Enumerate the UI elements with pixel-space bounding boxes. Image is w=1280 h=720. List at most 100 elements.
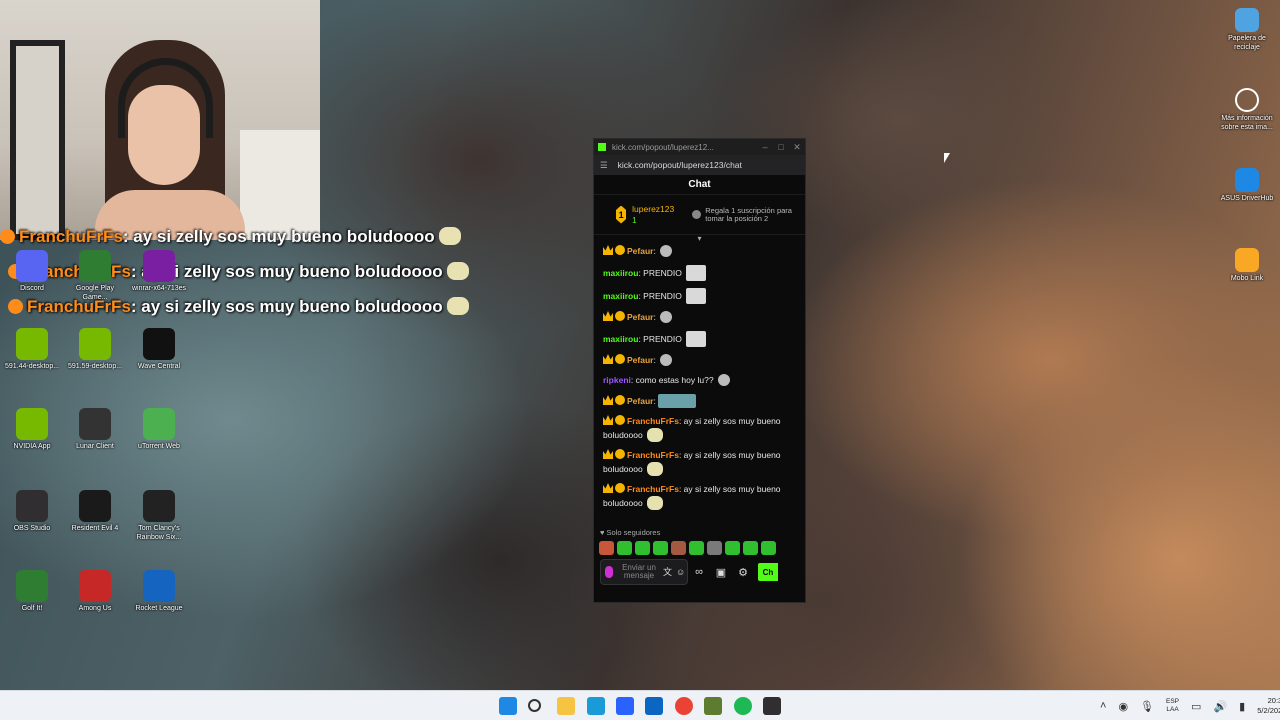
battery-icon[interactable]: ▮ [1239, 700, 1245, 713]
desktop-icon-label: Papelera de reciclaje [1228, 35, 1266, 51]
edge-icon[interactable] [587, 697, 605, 715]
chevron-up-icon[interactable]: ˄ [1100, 700, 1106, 712]
translate-icon[interactable]: 文 [663, 568, 672, 577]
spotify-icon[interactable] [734, 697, 752, 715]
webcam-feed [0, 0, 320, 240]
gift-shop-icon[interactable]: ▣ [710, 566, 732, 579]
mic-icon[interactable] [605, 566, 613, 578]
emote-icon [659, 354, 672, 366]
chat-username[interactable]: Pefaur [627, 312, 653, 322]
desktop-icon[interactable]: OBS Studio [0, 490, 64, 533]
emote-button[interactable] [689, 541, 704, 555]
chat-username[interactable]: Pefaur [627, 246, 653, 256]
gear-icon[interactable]: ⚙ [732, 566, 754, 579]
lunar-client-icon [79, 408, 111, 440]
close-icon[interactable]: ✕ [789, 142, 805, 153]
desktop-icon[interactable]: Mobo Link [1215, 248, 1279, 283]
chat-message: maxiirou: PRENDIO [603, 265, 796, 281]
pinned-subscription-banner[interactable]: 1 luperez123 1 Regala 1 suscripción para… [594, 195, 805, 235]
desktop-icon[interactable]: Lunar Client [63, 408, 127, 451]
desktop-icon[interactable]: Wave Central [127, 328, 191, 371]
emoji-icon[interactable]: ☺ [676, 568, 685, 577]
desktop-icon-label: OBS Studio [13, 525, 51, 532]
emote-quickbar[interactable] [594, 539, 805, 557]
chat-username[interactable]: FranchuFrFs [627, 450, 679, 460]
desktop-icon-label: Más información sobre esta ima... [1221, 115, 1273, 131]
outlook-icon[interactable] [645, 697, 663, 715]
display-icon[interactable]: ▭ [1191, 700, 1201, 713]
site-settings-icon[interactable]: ☰ [600, 160, 608, 171]
desktop-icon[interactable]: Papelera de reciclaje [1215, 8, 1279, 52]
chat-message: FranchuFrFs: ay si zelly sos muy bueno b… [603, 449, 796, 476]
rank-badge-icon: 1 [616, 205, 627, 224]
emote-button[interactable] [725, 541, 740, 555]
chat-username[interactable]: FranchuFrFs [627, 416, 679, 426]
webcam-door [10, 40, 65, 240]
recycle-bin-icon [1235, 8, 1259, 32]
desktop-icon[interactable]: Tom Clancy's Rainbow Six... [127, 490, 191, 542]
clock-date: 5/2/2026 [1257, 706, 1280, 715]
chat-messages[interactable]: Pefaur: maxiirou: PRENDIO maxiirou: PRENDI… [594, 245, 805, 527]
chat-username[interactable]: maxiirou [603, 291, 638, 301]
desktop-icon[interactable]: Among Us [63, 570, 127, 613]
minecraft-icon[interactable] [704, 697, 722, 715]
desktop-icon[interactable]: 591.44-desktop... [0, 328, 64, 371]
chat-username[interactable]: maxiirou [603, 268, 638, 278]
emote-button[interactable] [671, 541, 686, 555]
emote-icon [685, 331, 706, 347]
search-icon[interactable] [528, 699, 541, 712]
desktop-icon[interactable]: NVIDIA App [0, 408, 64, 451]
desktop-icon[interactable]: Golf It! [0, 570, 64, 613]
volume-icon[interactable]: 🔊 [1213, 700, 1227, 713]
chat-input[interactable]: Enviar un mensaje 文 ☺ [600, 559, 688, 585]
emote-button[interactable] [653, 541, 668, 555]
infinity-icon[interactable]: ∞ [688, 566, 710, 578]
pinned-user: luperez123 1 [632, 204, 674, 226]
store-icon[interactable] [616, 697, 634, 715]
minimize-icon[interactable]: – [757, 142, 773, 152]
among-us-icon [79, 570, 111, 602]
emote-icon [657, 394, 696, 408]
desktop-icon[interactable]: Resident Evil 4 [63, 490, 127, 533]
desktop-icon[interactable]: 591.59-desktop... [63, 328, 127, 371]
maximize-icon[interactable]: □ [773, 142, 789, 152]
chat-username[interactable]: Pefaur [627, 396, 653, 406]
emote-button[interactable] [617, 541, 632, 555]
chat-send-button[interactable]: Ch [758, 563, 778, 581]
desktop-icon[interactable]: ASUS DriverHub [1215, 168, 1279, 203]
chat-username[interactable]: Pefaur [627, 355, 653, 365]
address-bar[interactable]: ☰ kick.com/popout/luperez123/chat [594, 155, 805, 175]
desktop-icon[interactable]: Discord [0, 250, 64, 293]
desktop-icon[interactable]: Más información sobre esta ima... [1215, 88, 1279, 132]
emote-icon [685, 288, 706, 304]
emote-button[interactable] [761, 541, 776, 555]
emote-button[interactable] [599, 541, 614, 555]
windows-icon[interactable] [499, 697, 517, 715]
desktop-icon[interactable]: uTorrent Web [127, 408, 191, 451]
emote-button[interactable] [707, 541, 722, 555]
desktop-icon[interactable]: winrar-x64-713es [127, 250, 191, 293]
chevron-down-icon[interactable]: ▾ [594, 235, 805, 245]
chrome-icon[interactable] [675, 697, 693, 715]
winrar-icon [143, 250, 175, 282]
followers-only-indicator: ♥ Solo seguidores [600, 528, 661, 537]
network-icon[interactable]: ◉ [1118, 700, 1128, 713]
desktop-icon[interactable]: Rocket League [127, 570, 191, 613]
obs-icon[interactable] [763, 697, 781, 715]
language-indicator[interactable]: ESP LAA [1166, 698, 1179, 714]
rank-badge-icon [615, 483, 625, 493]
emote-button[interactable] [635, 541, 650, 555]
desktop-icon-label: Mobo Link [1230, 275, 1264, 282]
desktop-icon[interactable]: Google Play Game... [63, 250, 127, 302]
chat-username[interactable]: FranchuFrFs [627, 484, 679, 494]
clock-time: 20:31 [1267, 696, 1280, 705]
mic-tray-icon[interactable]: 🎙 [1140, 700, 1154, 713]
clock[interactable]: 20:31 5/2/2026 [1257, 696, 1280, 716]
emote-icon [717, 374, 730, 386]
keyboard-layout: LAA [1166, 706, 1179, 713]
folder-icon[interactable] [557, 697, 575, 715]
emote-button[interactable] [743, 541, 758, 555]
chat-username[interactable]: maxiirou [603, 334, 638, 344]
emote-icon [659, 311, 672, 323]
chat-username[interactable]: ripkeni [603, 375, 631, 385]
